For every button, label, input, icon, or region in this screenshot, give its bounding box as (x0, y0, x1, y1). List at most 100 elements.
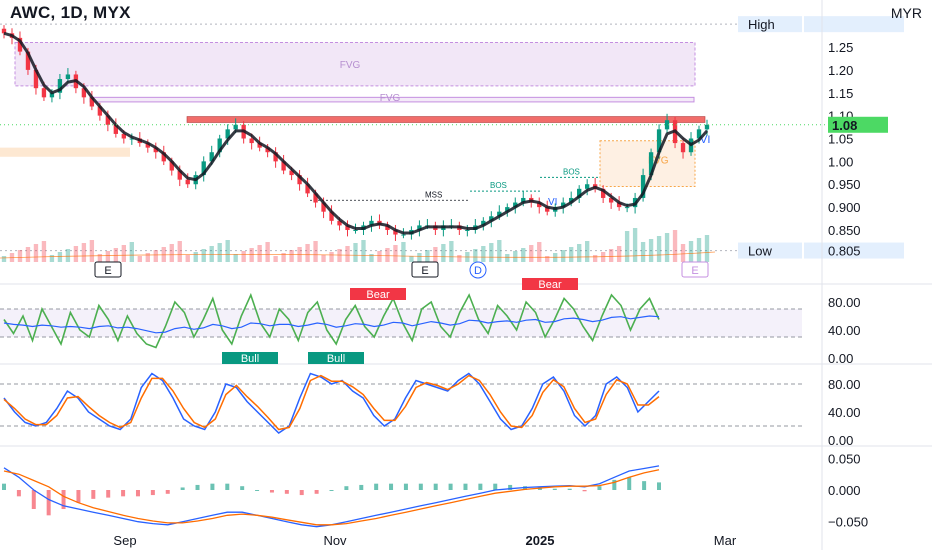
volume-bar (257, 245, 262, 262)
macd-histogram-bar (284, 490, 289, 494)
volume-bar (201, 249, 206, 262)
volume-bar (73, 246, 79, 262)
macd-histogram-bar (210, 483, 215, 490)
time-tick-label: 2025 (526, 533, 555, 548)
macd-histogram-bar (91, 490, 96, 499)
earnings-marker-label: E (104, 265, 111, 277)
candle-body (233, 124, 238, 130)
macd-histogram-bar (150, 490, 155, 496)
volume-bar (185, 255, 190, 262)
volume-bar (233, 254, 238, 262)
volume-bar (393, 245, 398, 262)
earnings-marker-label: E (691, 265, 698, 277)
mss-label: MSS (425, 190, 442, 199)
macd-histogram-bar (433, 483, 438, 490)
volume-bar (377, 251, 382, 262)
volume-bar (105, 251, 111, 262)
volume-bar (624, 231, 630, 262)
last-price-label: 1.08 (832, 118, 857, 133)
volume-bar (337, 249, 342, 262)
volume-bar (449, 241, 454, 262)
volume-bar (49, 255, 55, 262)
macd-histogram-bar (269, 490, 274, 493)
volume-bar (361, 240, 366, 262)
volume-bar (1, 256, 7, 262)
volume-bar (97, 254, 103, 262)
volume-bar (441, 244, 446, 262)
macd-histogram-bar (180, 487, 185, 490)
orange-zone-left (0, 147, 130, 157)
volume-bar (656, 236, 662, 262)
price-tick-label: 1.15 (828, 86, 853, 101)
volume-bar (561, 250, 566, 262)
price-tick-label: 1.00 (828, 154, 853, 169)
volume-bar (313, 241, 318, 262)
resistance-bar (186, 116, 706, 123)
volume-bar (17, 250, 23, 262)
macd-histogram-bar (627, 477, 632, 490)
volume-bar (425, 250, 430, 262)
volume-bar (680, 244, 686, 262)
volume-bar (89, 240, 95, 262)
volume-bar (25, 247, 31, 262)
volume-bar (632, 228, 638, 262)
macd-histogram-bar (344, 486, 349, 490)
volume-bar (169, 244, 174, 262)
bos-label-1: BOS (490, 181, 507, 190)
macd-tick-label: 0.000 (828, 483, 861, 498)
stoch-tick-label: 0.00 (828, 433, 853, 448)
macd-histogram-bar (240, 486, 245, 490)
stoch-series-line (3, 372, 660, 434)
macd-histogram-bar (106, 490, 111, 498)
volume-bar (289, 250, 294, 262)
macd-histogram-bar (195, 484, 200, 490)
volume-bar (385, 248, 390, 262)
volume-bar (648, 239, 654, 262)
volume-bar (457, 255, 462, 262)
macd-tick-label: −0.050 (828, 515, 868, 530)
price-tick-label: 1.25 (828, 40, 853, 55)
volume-bar (537, 242, 542, 262)
stoch-tick-label: 80.00 (828, 377, 861, 392)
volume-bar (577, 244, 582, 262)
time-tick-label: Nov (323, 533, 347, 548)
volume-bar (569, 247, 574, 262)
volume-bar (241, 251, 246, 262)
volume-bar (616, 246, 622, 262)
candle-body (41, 88, 47, 98)
macd-histogram-bar (552, 488, 557, 490)
candle-body (353, 229, 358, 231)
rsi-tick-label: 0.00 (828, 351, 853, 366)
volume-bar (529, 245, 534, 262)
signal-badge-label: Bear (538, 279, 562, 291)
macd-histogram-bar (255, 490, 260, 491)
volume-bar (81, 243, 87, 262)
macd-histogram-bar (299, 490, 304, 496)
volume-bar (193, 252, 198, 262)
macd-histogram-bar (403, 483, 408, 490)
volume-bar (345, 246, 350, 262)
macd-histogram-bar (31, 490, 36, 509)
price-tick-label: 0.850 (828, 223, 861, 238)
currency-label: MYR (890, 5, 922, 21)
signal-badge-label: Bull (327, 353, 345, 365)
volume-bar (688, 241, 694, 262)
volume-bar (217, 243, 222, 262)
volume-bar (521, 248, 526, 262)
fvg-label-upper: FVG (340, 60, 361, 71)
high-badge-label: High (748, 17, 775, 32)
macd-histogram-bar (478, 483, 483, 490)
volume-bar (584, 241, 590, 262)
signal-badge-label: Bear (366, 289, 390, 301)
macd-histogram-bar (597, 486, 602, 490)
earnings-marker-label: E (421, 265, 428, 277)
price-tick-label: 1.05 (828, 132, 853, 147)
macd-histogram-bar (135, 490, 140, 497)
candle-body (624, 207, 630, 209)
signal-badge-label: Bull (241, 353, 259, 365)
dividend-marker-label: D (474, 265, 482, 277)
macd-series-line (3, 465, 660, 528)
volume-bar (640, 242, 646, 262)
volume-bar (489, 243, 494, 262)
macd-histogram-bar (642, 481, 647, 490)
